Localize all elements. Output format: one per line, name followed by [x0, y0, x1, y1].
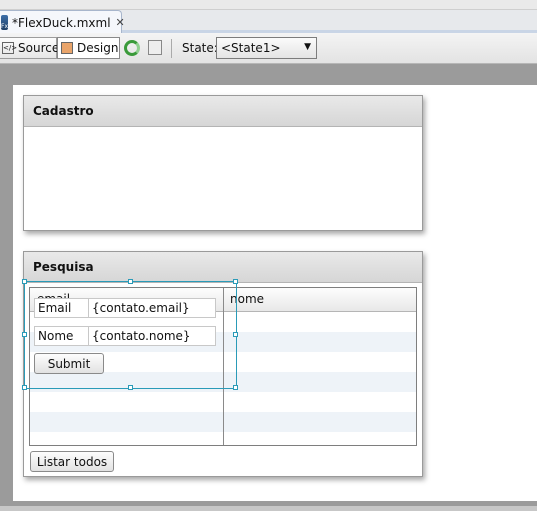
resize-handle[interactable]	[22, 279, 27, 284]
toolbar-separator	[171, 39, 172, 58]
resize-handle[interactable]	[128, 385, 133, 390]
editor-tab-flexduck[interactable]: Fx *FlexDuck.mxml ✕	[0, 10, 125, 34]
refresh-icon[interactable]	[124, 40, 140, 56]
selection-box[interactable]	[22, 279, 238, 390]
source-mode-label: Source	[18, 41, 60, 55]
source-mode-button[interactable]: </> Source	[0, 37, 60, 59]
source-code-icon: </>	[2, 42, 18, 54]
resize-handle[interactable]	[128, 279, 133, 284]
design-view-icon	[61, 42, 73, 54]
design-canvas: Cadastro Pesquisa email nome Email {cont…	[13, 85, 537, 501]
editor-tab-label: *FlexDuck.mxml	[12, 15, 111, 30]
resize-handle[interactable]	[22, 385, 27, 390]
chevron-down-icon: ▼	[304, 42, 311, 52]
state-select-value: <State1>	[221, 41, 281, 55]
state-label: State:	[182, 41, 218, 55]
pesquisa-panel[interactable]: Pesquisa email nome Email {contato.email…	[22, 251, 423, 477]
layout-icon[interactable]	[148, 40, 162, 55]
design-mode-button[interactable]: Design	[57, 37, 120, 59]
state-select[interactable]: <State1> ▼	[216, 37, 317, 59]
close-icon[interactable]: ✕	[116, 16, 125, 29]
resize-handle[interactable]	[233, 332, 238, 337]
pesquisa-panel-title: Pesquisa	[24, 252, 422, 283]
resize-handle[interactable]	[233, 385, 238, 390]
design-mode-label: Design	[77, 41, 119, 55]
list-all-button[interactable]: Listar todos	[30, 451, 114, 472]
cadastro-panel-title: Cadastro	[24, 96, 422, 127]
window-top-strip	[0, 0, 537, 10]
design-toolbar: </> Source Design State: <State1> ▼	[0, 33, 537, 64]
bottom-edge	[0, 506, 537, 511]
cadastro-panel[interactable]: Cadastro	[23, 95, 423, 231]
mxml-file-icon: Fx	[1, 15, 9, 30]
resize-handle[interactable]	[233, 279, 238, 284]
resize-handle[interactable]	[22, 332, 27, 337]
